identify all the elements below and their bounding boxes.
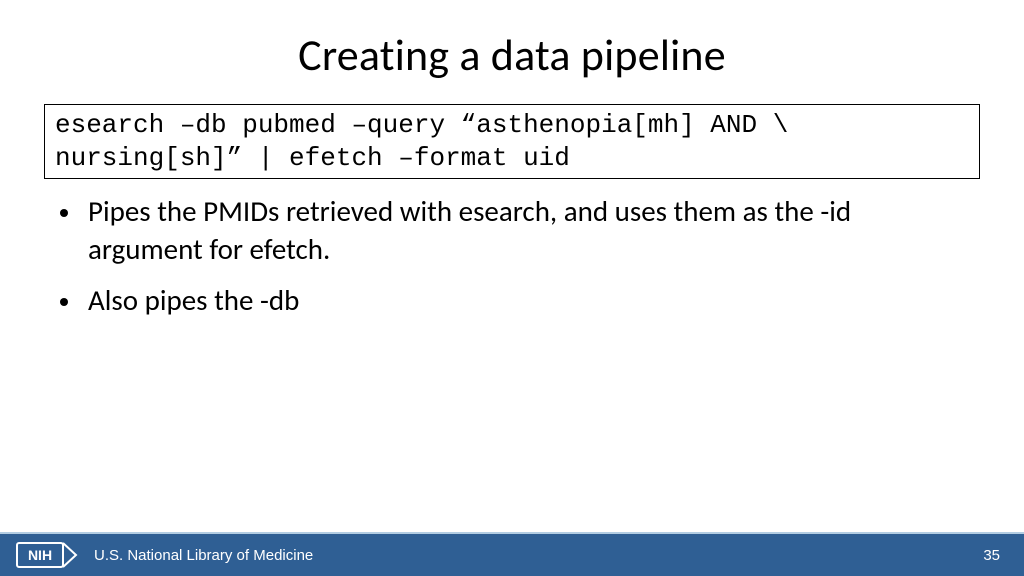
slide-title: Creating a data pipeline [0,0,1024,82]
code-block: esearch –db pubmed –query “asthenopia[mh… [44,104,980,179]
list-item: Also pipes the -db [60,282,964,320]
list-item: Pipes the PMIDs retrieved with esearch, … [60,193,964,268]
bullet-list: Pipes the PMIDs retrieved with esearch, … [60,193,964,320]
svg-text:NIH: NIH [28,547,52,563]
page-number: 35 [983,547,1000,564]
slide: Creating a data pipeline esearch –db pub… [0,0,1024,576]
code-line-1: esearch –db pubmed –query “asthenopia[mh… [55,110,788,140]
code-line-2: nursing[sh]” | efetch –format uid [55,143,570,173]
bullet-icon [60,298,68,306]
bullet-text: Pipes the PMIDs retrieved with esearch, … [88,193,964,268]
footer-org-name: U.S. National Library of Medicine [94,547,313,564]
footer-left: NIH U.S. National Library of Medicine [16,542,313,568]
nih-logo-icon: NIH [16,542,86,568]
bullet-icon [60,209,68,217]
slide-footer: NIH U.S. National Library of Medicine 35 [0,532,1024,576]
bullet-text: Also pipes the -db [88,282,299,320]
